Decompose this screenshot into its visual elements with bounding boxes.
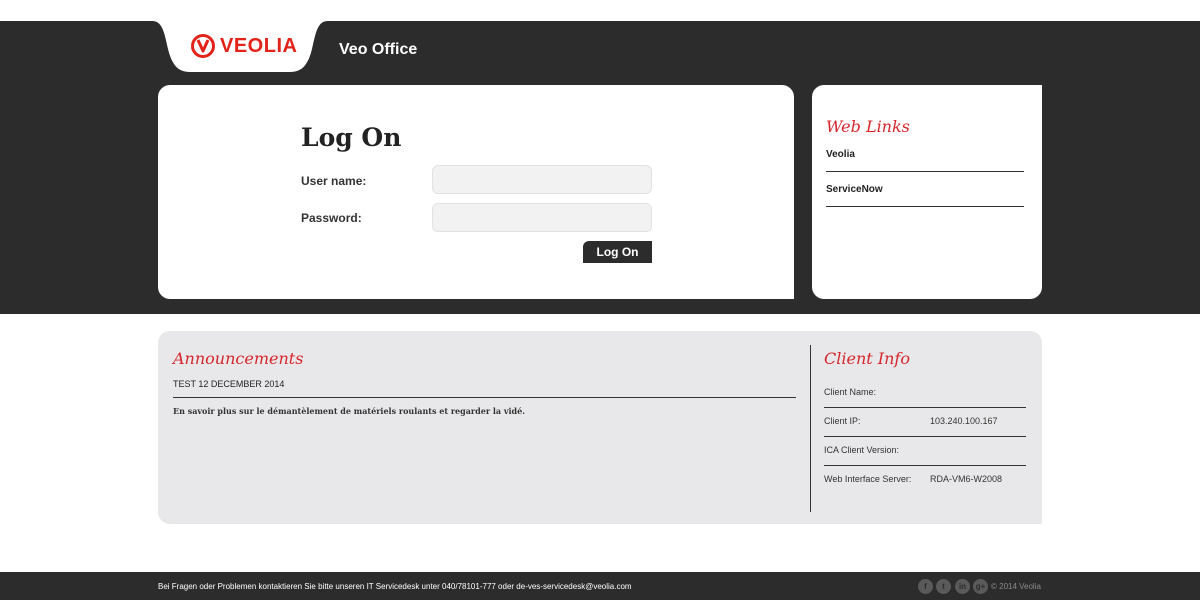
footer: Bei Fragen oder Problemen kontaktieren S… <box>0 572 1200 600</box>
client-info-row: Client Name: <box>824 387 1026 408</box>
login-card: Log On User name: Password: Log On <box>158 85 794 299</box>
facebook-icon[interactable]: f <box>918 579 933 594</box>
web-interface-server-value: RDA-VM6-W2008 <box>930 474 1003 484</box>
footer-contact-text: Bei Fragen oder Problemen kontaktieren S… <box>158 582 632 591</box>
ica-version-label: ICA Client Version: <box>824 445 900 455</box>
panel-divider <box>810 345 811 512</box>
password-label: Password: <box>301 211 362 225</box>
username-label: User name: <box>301 174 367 188</box>
info-panel: Announcements TEST 12 DECEMBER 2014 En s… <box>158 331 1042 524</box>
client-info-heading: Client Info <box>824 349 910 368</box>
twitter-icon[interactable]: t <box>936 579 951 594</box>
username-input[interactable] <box>432 165 652 194</box>
client-info-row: ICA Client Version: <box>824 445 1026 466</box>
client-info-row: Client IP: 103.240.100.167 <box>824 416 1026 437</box>
announcement-body: En savoir plus sur le démantèlement de m… <box>173 406 525 416</box>
logo-tab[interactable]: VEOLIA <box>152 21 328 72</box>
app-title: Veo Office <box>339 41 418 58</box>
linkedin-icon[interactable]: in <box>955 579 970 594</box>
veolia-logo-icon <box>191 34 215 58</box>
web-interface-server-label: Web Interface Server: <box>824 474 912 484</box>
weblink-veolia[interactable]: Veolia <box>826 149 1024 172</box>
weblinks-card: Web Links Veolia ServiceNow <box>812 85 1042 299</box>
announcements-heading: Announcements <box>173 349 304 368</box>
client-name-label: Client Name: <box>824 387 877 397</box>
googleplus-icon[interactable]: g+ <box>973 579 988 594</box>
weblinks-heading: Web Links <box>826 117 910 136</box>
password-input[interactable] <box>432 203 652 232</box>
logo-text: VEOLIA <box>220 35 298 57</box>
login-title: Log On <box>301 123 402 152</box>
client-info-row: Web Interface Server: RDA-VM6-W2008 <box>824 474 1026 495</box>
weblink-servicenow[interactable]: ServiceNow <box>826 184 1024 207</box>
client-ip-label: Client IP: <box>824 416 861 426</box>
logon-button[interactable]: Log On <box>583 241 652 263</box>
client-ip-value: 103.240.100.167 <box>930 416 998 426</box>
announcement-date: TEST 12 DECEMBER 2014 <box>173 379 796 398</box>
copyright: © 2014 Veolia <box>991 582 1041 591</box>
